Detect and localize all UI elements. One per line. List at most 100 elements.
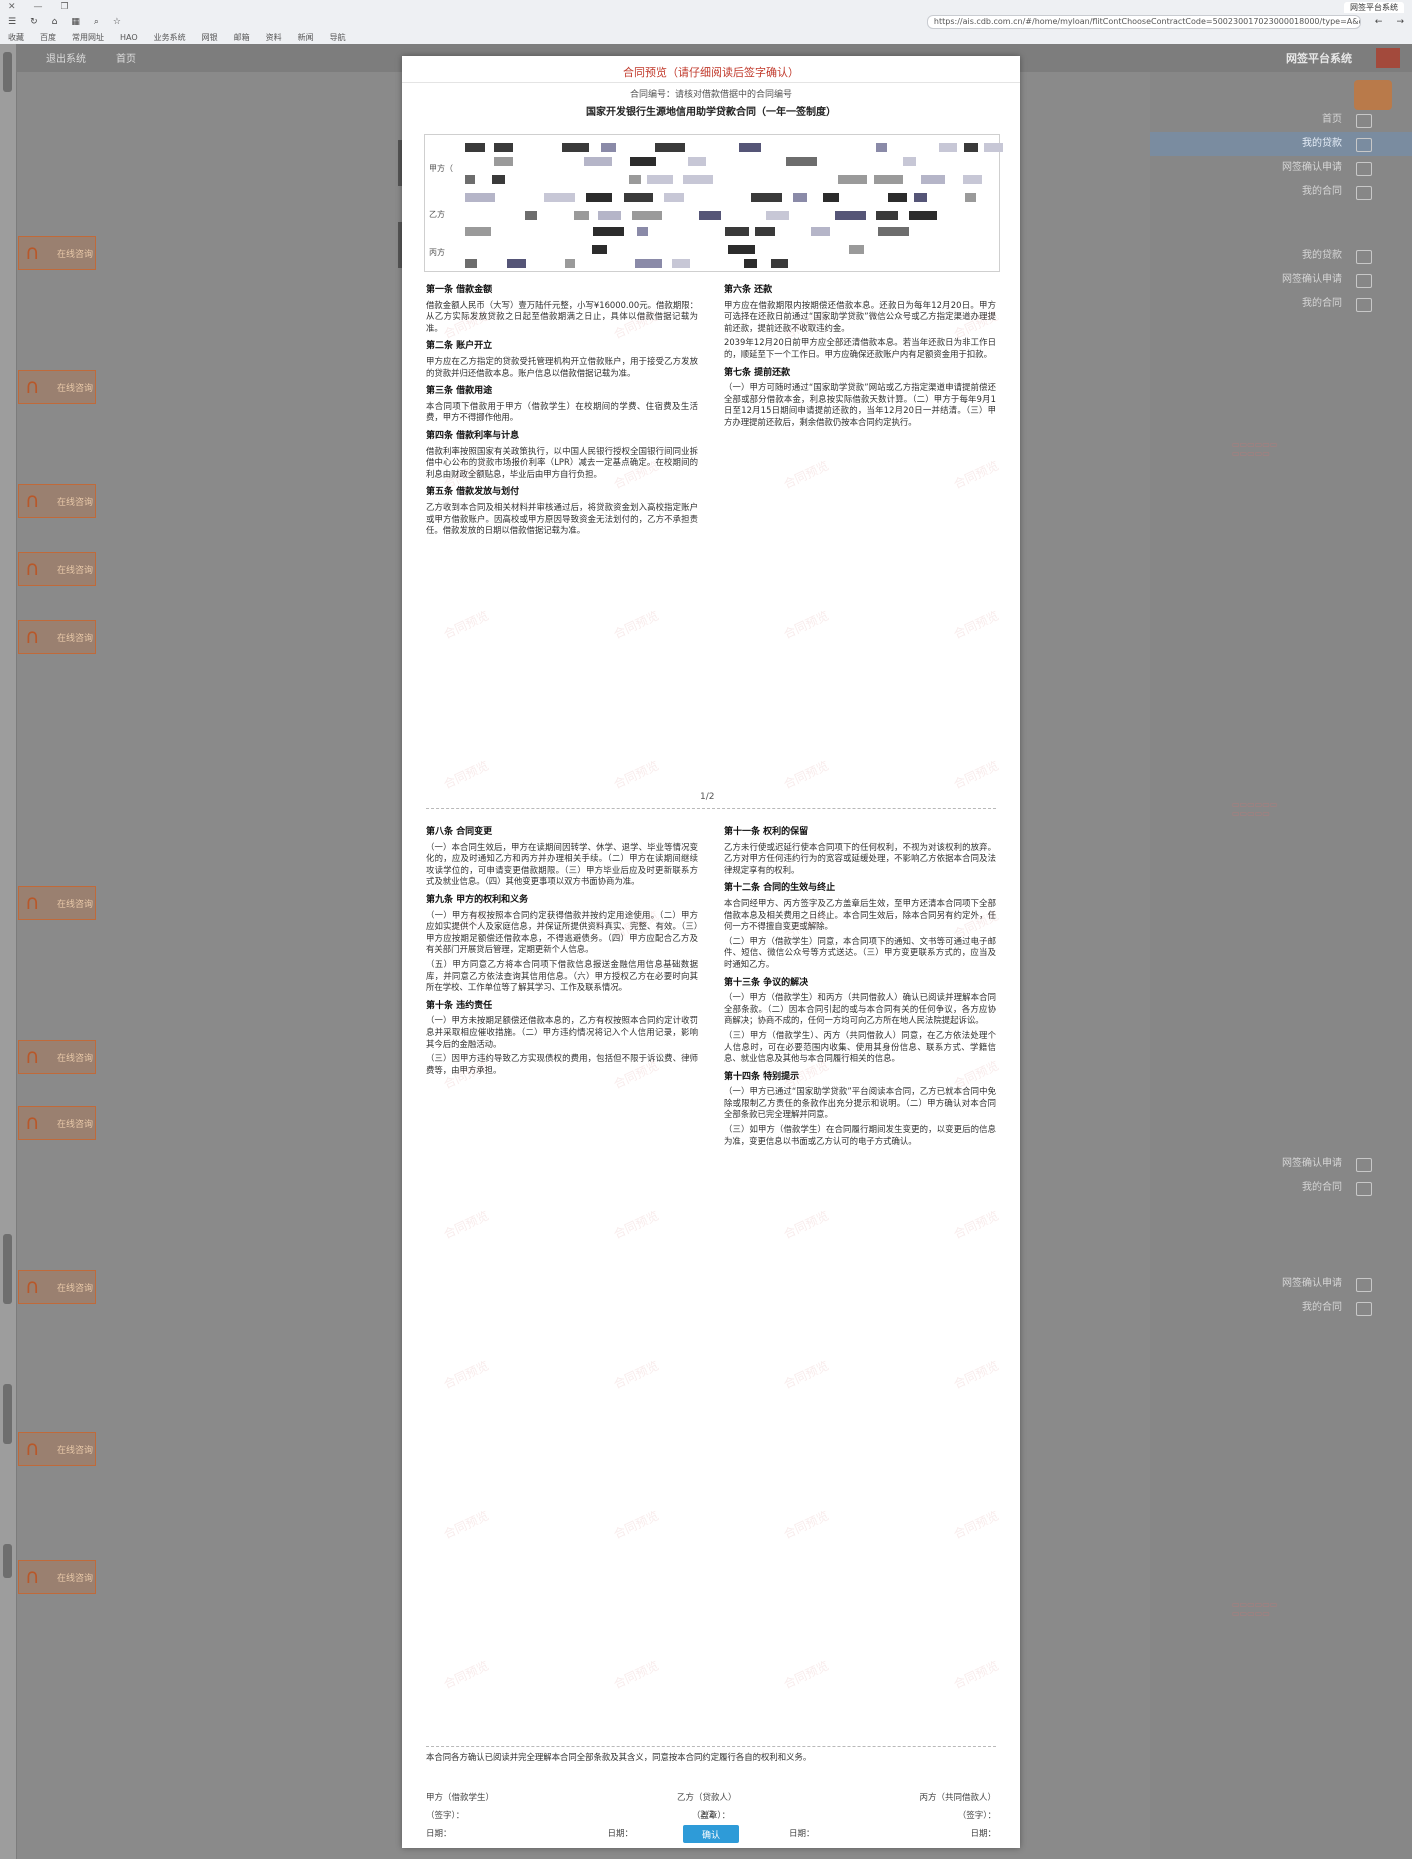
redacted-block — [766, 211, 789, 220]
address-bar[interactable]: https://ais.cdb.com.cn/#/home/myloan/fli… — [926, 15, 1361, 29]
minimize-icon[interactable]: — — [34, 2, 43, 12]
badge-label: 在线咨询 — [57, 634, 94, 644]
star-icon[interactable]: ☆ — [113, 17, 121, 27]
sidebar-item[interactable]: 网签确认申请 — [1150, 156, 1412, 180]
online-service-badge[interactable]: ∩ 在线咨询 — [18, 236, 96, 270]
online-service-badge[interactable]: ∩ 在线咨询 — [18, 1270, 96, 1304]
bookmark-item[interactable]: 常用网址 — [72, 32, 104, 43]
scroll-thumb[interactable] — [3, 1544, 12, 1578]
signature-field: （签字）： — [426, 1811, 465, 1821]
logout-button[interactable]: 退出系统 — [46, 50, 86, 65]
headset-icon: ∩ — [25, 488, 40, 512]
sidebar-item[interactable]: 我的合同 — [1150, 292, 1412, 316]
bookmark-item[interactable]: 新闻 — [298, 32, 314, 43]
headset-icon: ∩ — [25, 1044, 40, 1068]
back-icon[interactable]: ← — [1375, 17, 1383, 27]
online-service-badge[interactable]: ∩ 在线咨询 — [18, 620, 96, 654]
online-service-badge[interactable]: ∩ 在线咨询 — [18, 1560, 96, 1594]
bookmark-item[interactable]: 资料 — [266, 32, 282, 43]
browser-chrome: ✕ — ❐ 网签平台系统 ☰ ↻ ⌂ ▦ ⌕ ☆ https://ais.cdb… — [0, 0, 1412, 45]
redacted-block — [465, 193, 495, 202]
watermark-text: 合同预览 — [441, 758, 491, 792]
avatar[interactable] — [1354, 80, 1392, 110]
clause-text: （一）甲方未按期足额偿还借款本息的，乙方有权按照本合同约定计收罚息并采取相应催收… — [426, 1015, 698, 1049]
refresh-icon[interactable]: ↻ — [30, 17, 38, 27]
contract-column-left-page2: 第八条 合同变更 （一）本合同生效后，甲方在读期间因转学、休学、退学、毕业等情况变… — [426, 820, 698, 1079]
online-service-badge[interactable]: ∩ 在线咨询 — [18, 1040, 96, 1074]
page-number: 2/2 — [700, 1810, 715, 1820]
bookmark-item[interactable]: HAO — [120, 33, 138, 42]
online-service-badge[interactable]: ∩ 在线咨询 — [18, 886, 96, 920]
grid-icon[interactable]: ▦ — [71, 17, 80, 27]
redacted-block — [793, 193, 807, 202]
contract-column-right-page1: 第六条 还款 甲方应在借款期限内按期偿还借款本息。还款日为每年12月20日。甲方可… — [724, 278, 996, 432]
online-service-badge[interactable]: ∩ 在线咨询 — [18, 1432, 96, 1466]
online-service-badge[interactable]: ∩ 在线咨询 — [18, 1106, 96, 1140]
badge-label: 在线咨询 — [57, 1446, 94, 1456]
online-service-badge[interactable]: ∩ 在线咨询 — [18, 370, 96, 404]
sidebar-item[interactable]: 我的合同 — [1150, 1176, 1412, 1200]
sidebar-item[interactable]: 网签确认申请 — [1150, 1272, 1412, 1296]
browser-tab[interactable]: 网签平台系统 — [1344, 1, 1404, 13]
sidebar-item-label: 网签确认申请 — [1282, 162, 1342, 173]
bookmark-item[interactable]: 网银 — [202, 32, 218, 43]
clause-heading: 第十二条 合同的生效与终止 — [724, 883, 836, 894]
folder-icon — [1356, 274, 1372, 288]
watermark-text: 合同预览 — [441, 1358, 491, 1392]
bookmark-item[interactable]: 导航 — [330, 32, 346, 43]
badge-label: 在线咨询 — [57, 566, 94, 576]
redacted-block — [465, 259, 477, 268]
sidebar-item[interactable]: 首页 — [1150, 108, 1412, 132]
redacted-block — [963, 175, 982, 184]
confirm-button[interactable]: 确认 — [683, 1825, 739, 1843]
redacted-block — [786, 157, 817, 166]
search-icon[interactable]: ⌕ — [94, 17, 99, 27]
headset-icon: ∩ — [25, 1436, 40, 1460]
clause-heading: 第六条 还款 — [724, 285, 773, 295]
sidebar-item[interactable]: 我的贷款 — [1150, 132, 1412, 156]
watermark-text: 合同预览 — [781, 758, 831, 792]
clause-heading: 第十三条 争议的解决 — [724, 977, 809, 988]
redacted-block — [494, 157, 513, 166]
redacted-block — [492, 175, 505, 184]
bookmark-item[interactable]: 邮箱 — [234, 32, 250, 43]
scroll-thumb[interactable] — [3, 1384, 12, 1444]
menu-icon[interactable]: ☰ — [8, 17, 16, 27]
redacted-block — [984, 143, 1003, 152]
page-scrollbar[interactable] — [0, 44, 17, 1859]
clause-text: 2039年12月20日前甲方应全部还清借款本息。若当年还款日为非工作日的，顺延至… — [724, 337, 996, 359]
clause-text: （一）甲方可随时通过“国家助学贷款”网站或乙方指定渠道申请提前偿还全部或部分借款… — [724, 382, 996, 427]
online-service-badge[interactable]: ∩ 在线咨询 — [18, 484, 96, 518]
bookmark-item[interactable]: 收藏 — [8, 32, 24, 43]
online-service-badge[interactable]: ∩ 在线咨询 — [18, 552, 96, 586]
clause-heading: 第四条 借款利率与计息 — [426, 430, 520, 441]
toolbar: ☰ ↻ ⌂ ▦ ⌕ ☆ https://ais.cdb.com.cn/#/hom… — [0, 14, 1412, 30]
redacted-block — [725, 227, 749, 236]
home-icon[interactable]: ⌂ — [52, 17, 58, 27]
sidebar-item[interactable]: 网签确认申请 — [1150, 268, 1412, 292]
watermark-text: 合同预览 — [441, 1208, 491, 1242]
contract-preview-modal: 合同预览（请仔细阅读后签字确认） 合同编号：请核对借款借据中的合同编号 国家开发… — [402, 56, 1020, 1848]
watermark-text: 合同预览 — [611, 1508, 661, 1542]
close-icon[interactable]: ✕ — [8, 2, 16, 12]
sidebar-item[interactable]: 我的合同 — [1150, 1296, 1412, 1320]
forward-icon[interactable]: → — [1396, 17, 1404, 27]
headset-icon: ∩ — [25, 890, 40, 914]
party-info-table: 甲方（ 乙方 丙方 — [424, 134, 1003, 272]
bookmark-item[interactable]: 业务系统 — [154, 32, 186, 43]
sidebar-item[interactable]: 我的贷款 — [1150, 244, 1412, 268]
bookmark-item[interactable]: 百度 — [40, 32, 56, 43]
sidebar-item[interactable]: 网签确认申请 — [1150, 1152, 1412, 1176]
scroll-thumb[interactable] — [3, 52, 12, 92]
home-link[interactable]: 首页 — [116, 50, 136, 65]
badge-label: 在线咨询 — [57, 900, 94, 910]
scroll-thumb[interactable] — [3, 1234, 12, 1304]
page-divider — [426, 1746, 996, 1748]
sidebar-item[interactable]: 我的合同 — [1150, 180, 1412, 204]
restore-icon[interactable]: ❐ — [61, 2, 69, 12]
party-b-label: 乙方 — [429, 210, 445, 219]
redacted-block — [655, 143, 685, 152]
clause-text: （一）甲方已通过“国家助学贷款”平台阅读本合同，乙方已就本合同中免除或限制乙方责… — [724, 1086, 996, 1120]
clause-heading: 第十一条 权利的保留 — [724, 827, 809, 837]
sidebar-item-label: 我的合同 — [1302, 1182, 1342, 1193]
